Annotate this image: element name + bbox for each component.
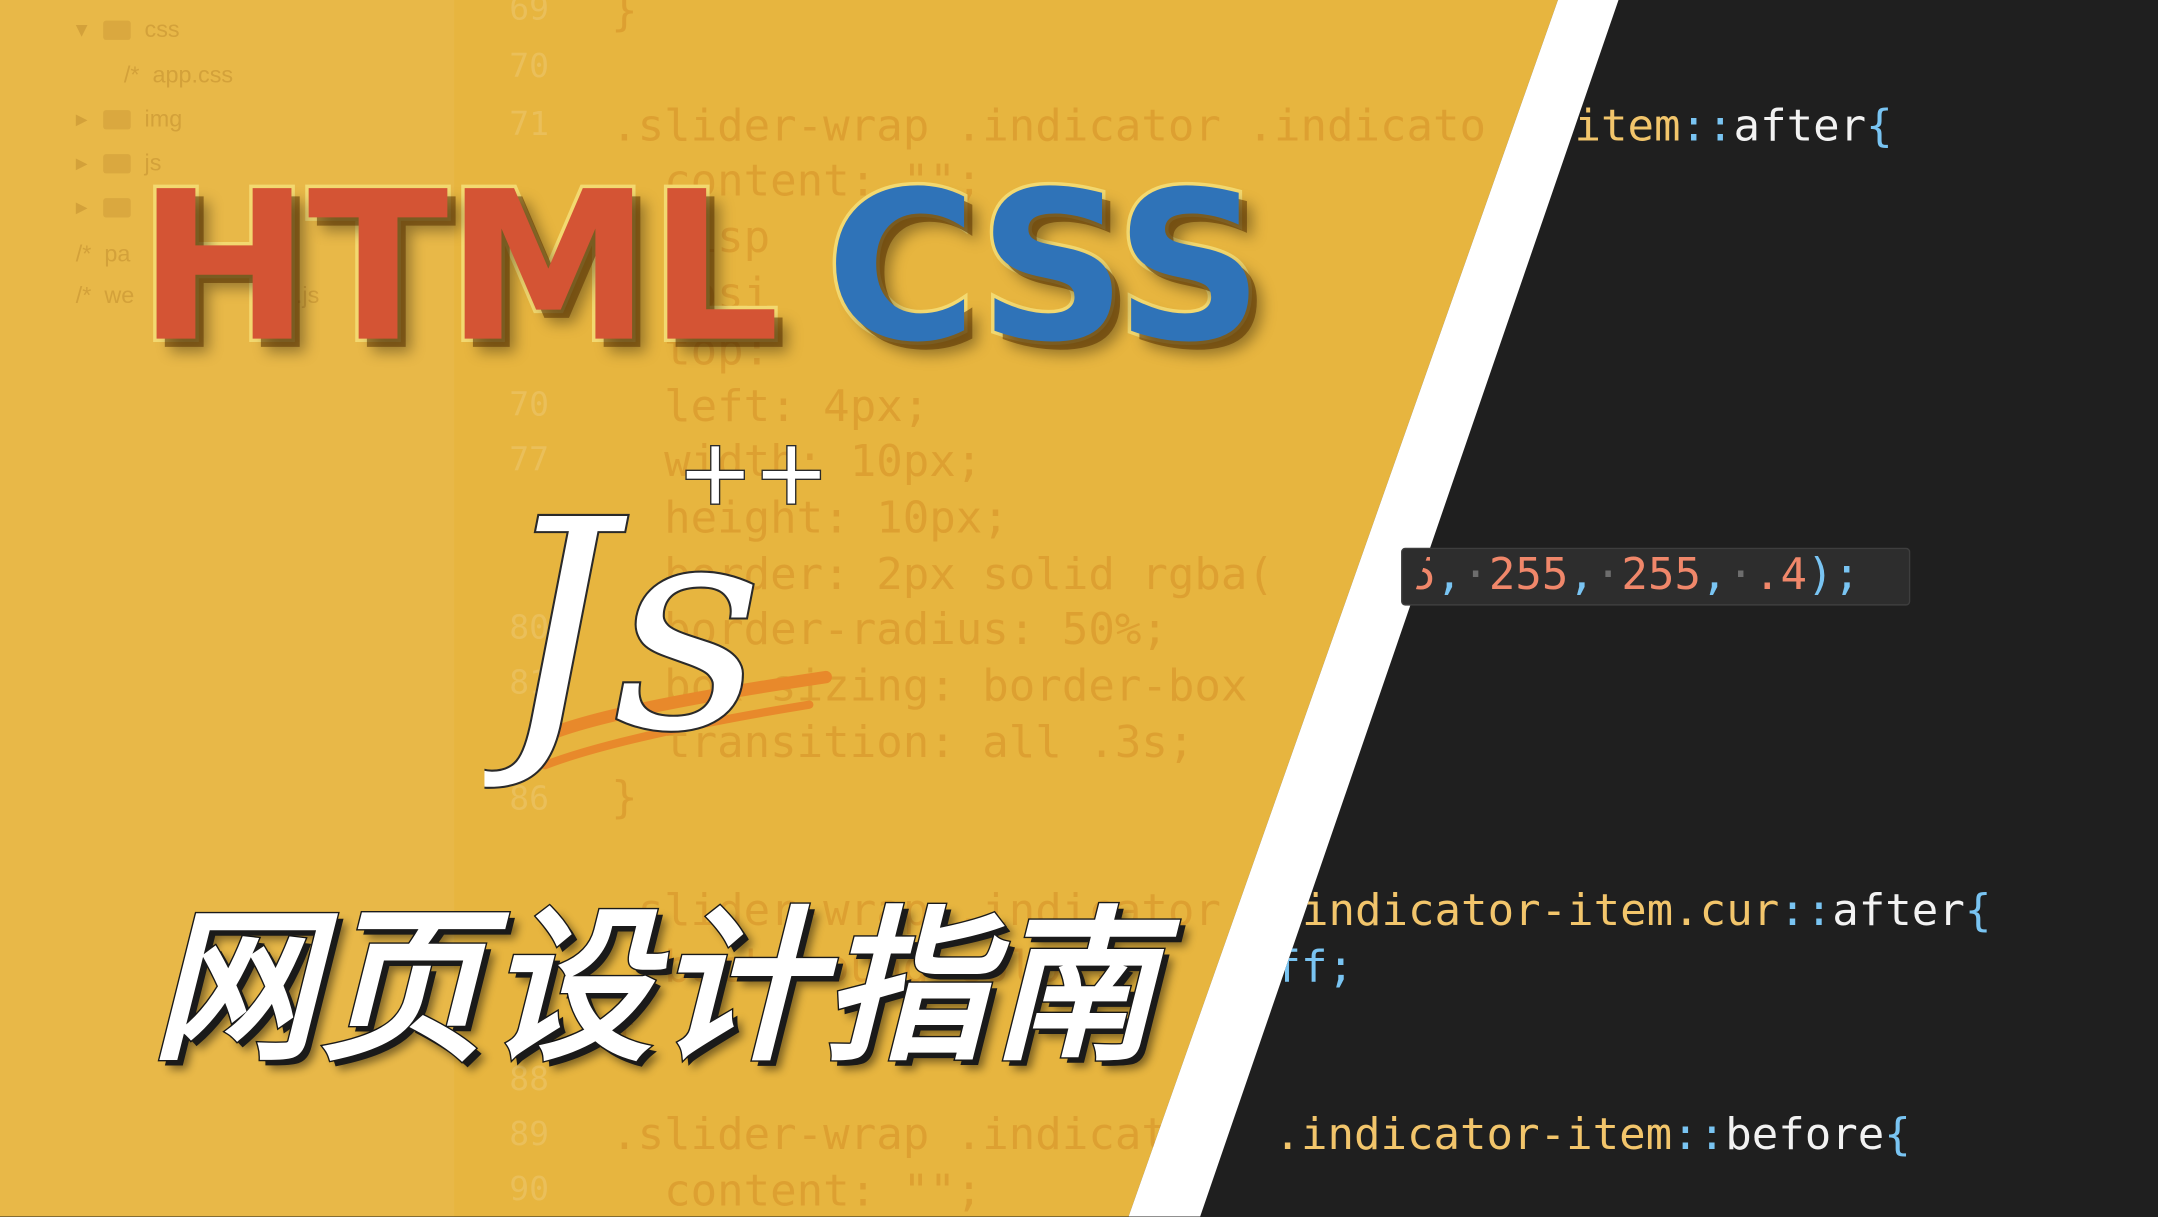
code-line-color-value: ff; xyxy=(1274,939,1354,993)
js-logo: Js ++ xyxy=(484,438,832,790)
html-title: HTML xyxy=(134,148,783,389)
thumbnail-canvas: ▾ css /* app.css ▸ img ▸ js ▸ /* pa /* we .… xyxy=(0,0,2158,1217)
code-line: } xyxy=(611,0,638,36)
logo-plus-plus: ++ xyxy=(677,438,829,526)
code-line: .slider-wrap .indicat xyxy=(611,1107,1168,1161)
code-line-cur-after: indicator-item.cur::after{ xyxy=(1301,883,1992,936)
css-title: CSS xyxy=(822,148,1267,389)
code-line-rgba: 5,·255,·255,·.4); xyxy=(1409,547,1861,601)
code-line: content: ""; xyxy=(611,1164,983,1217)
subtitle: 网页设计指南 xyxy=(150,892,1159,1086)
code-line: .slider-wrap .indicator .indicato xyxy=(611,99,1487,152)
code-line-item-after: item::after{ xyxy=(1574,99,1893,152)
code-line-item-before: .indicator-item::before{ xyxy=(1274,1107,1911,1161)
